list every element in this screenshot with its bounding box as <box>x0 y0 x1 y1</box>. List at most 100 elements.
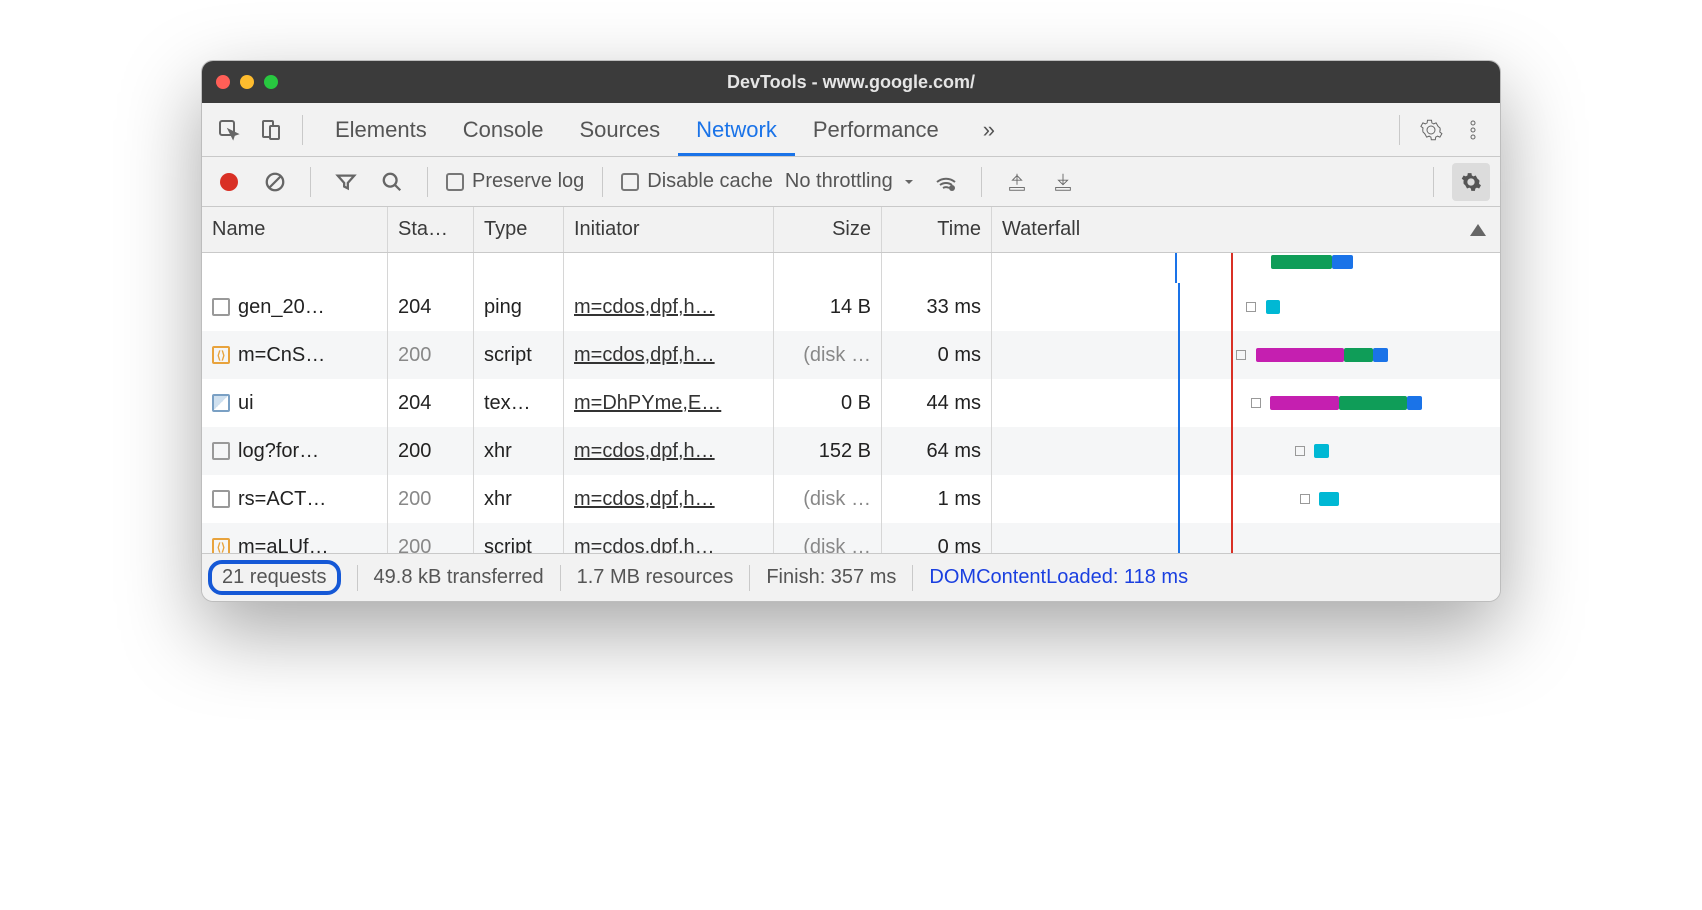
request-waterfall <box>992 475 1500 523</box>
chevron-down-icon <box>901 174 917 190</box>
window-title: DevTools - www.google.com/ <box>202 72 1500 93</box>
request-type: script <box>474 331 564 379</box>
request-initiator[interactable]: m=cdos,dpf,h… <box>574 536 715 554</box>
col-name[interactable]: Name <box>202 207 388 252</box>
request-row[interactable]: ui 204tex… m=DhPYme,E… 0 B44 ms <box>202 379 1500 427</box>
request-waterfall <box>992 427 1500 475</box>
request-row[interactable]: ⟨⟩m=CnS…200scriptm=cdos,dpf,h…(disk …0 m… <box>202 331 1500 379</box>
request-row[interactable]: gen_20…204pingm=cdos,dpf,h…14 B33 ms <box>202 283 1500 331</box>
throttling-value: No throttling <box>785 170 893 193</box>
col-initiator[interactable]: Initiator <box>564 207 774 252</box>
request-size: (disk … <box>774 475 882 523</box>
divider <box>1399 115 1400 145</box>
devtools-window: DevTools - www.google.com/ ElementsConso… <box>201 60 1501 602</box>
request-size: (disk … <box>774 523 882 553</box>
preserve-log-label: Preserve log <box>472 170 584 193</box>
file-type-icon <box>212 298 230 316</box>
tab-elements[interactable]: Elements <box>317 103 445 156</box>
tab-performance[interactable]: Performance <box>795 103 957 156</box>
request-row[interactable]: ⟨⟩ m=aLUf… 200script m=cdos,dpf,h… (disk …0 … <box>202 523 1500 553</box>
file-type-icon <box>212 394 230 412</box>
file-type-icon: ⟨⟩ <box>212 538 230 553</box>
request-name: log?for… <box>238 440 319 463</box>
network-table: Name Sta… Type Initiator Size Time Water… <box>202 207 1500 553</box>
tab-console[interactable]: Console <box>445 103 562 156</box>
request-name: m=CnS… <box>238 344 325 367</box>
divider <box>981 167 982 197</box>
device-toolbar-icon[interactable] <box>254 113 288 147</box>
col-waterfall[interactable]: Waterfall <box>992 207 1500 252</box>
throttling-select[interactable]: No throttling <box>785 170 917 193</box>
preserve-log-checkbox[interactable]: Preserve log <box>446 170 584 193</box>
request-initiator[interactable]: m=cdos,dpf,h… <box>574 440 715 463</box>
disable-cache-label: Disable cache <box>647 170 773 193</box>
kebab-menu-icon[interactable] <box>1456 113 1490 147</box>
request-status: 200 <box>388 475 474 523</box>
request-status: 200 <box>388 523 474 553</box>
overflow-tabs-button[interactable]: » <box>965 103 1013 156</box>
table-header: Name Sta… Type Initiator Size Time Water… <box>202 207 1500 253</box>
col-status[interactable]: Sta… <box>388 207 474 252</box>
sort-indicator-icon <box>1470 224 1486 236</box>
request-size: 152 B <box>774 427 882 475</box>
request-status: 204 <box>388 283 474 331</box>
request-row[interactable]: log?for… 200xhr m=cdos,dpf,h… 152 B64 ms <box>202 427 1500 475</box>
search-icon[interactable] <box>375 165 409 199</box>
request-time: 0 ms <box>882 523 992 553</box>
divider <box>427 167 428 197</box>
settings-gear-icon[interactable] <box>1414 113 1448 147</box>
close-window-button[interactable] <box>216 75 230 89</box>
disable-cache-checkbox[interactable]: Disable cache <box>621 170 773 193</box>
tab-sources[interactable]: Sources <box>561 103 678 156</box>
col-time[interactable]: Time <box>882 207 992 252</box>
request-initiator[interactable]: m=DhPYme,E… <box>574 392 721 415</box>
minimize-window-button[interactable] <box>240 75 254 89</box>
finish-time: Finish: 357 ms <box>766 566 896 589</box>
network-settings-icon[interactable] <box>1452 163 1490 201</box>
request-type: xhr <box>474 427 564 475</box>
request-size: 14 B <box>774 283 882 331</box>
inspect-element-icon[interactable] <box>212 113 246 147</box>
request-initiator[interactable]: m=cdos,dpf,h… <box>574 296 715 319</box>
import-har-icon[interactable] <box>1000 165 1034 199</box>
request-time: 1 ms <box>882 475 992 523</box>
divider <box>302 115 303 145</box>
record-button[interactable] <box>212 165 246 199</box>
request-initiator[interactable]: m=cdos,dpf,h… <box>574 344 715 367</box>
request-waterfall <box>992 283 1500 331</box>
file-type-icon <box>212 442 230 460</box>
tab-network[interactable]: Network <box>678 103 795 156</box>
domcontentloaded-time: DOMContentLoaded: 118 ms <box>929 566 1188 589</box>
request-waterfall <box>992 523 1500 553</box>
request-name: m=aLUf… <box>238 536 329 554</box>
request-type: ping <box>474 283 564 331</box>
request-time: 33 ms <box>882 283 992 331</box>
request-waterfall <box>992 379 1500 427</box>
request-size: 0 B <box>774 379 882 427</box>
request-type: script <box>474 523 564 553</box>
status-bar: 21 requests 49.8 kB transferred 1.7 MB r… <box>202 553 1500 601</box>
file-type-icon: ⟨⟩ <box>212 346 230 364</box>
request-time: 44 ms <box>882 379 992 427</box>
panel-tabs: ElementsConsoleSourcesNetworkPerformance… <box>202 103 1500 157</box>
request-name: rs=ACT… <box>238 488 326 511</box>
network-conditions-icon[interactable] <box>929 165 963 199</box>
request-status: 200 <box>388 427 474 475</box>
request-status: 204 <box>388 379 474 427</box>
request-row[interactable]: rs=ACT…200xhrm=cdos,dpf,h…(disk …1 ms <box>202 475 1500 523</box>
divider <box>310 167 311 197</box>
request-status: 200 <box>388 331 474 379</box>
col-type[interactable]: Type <box>474 207 564 252</box>
maximize-window-button[interactable] <box>264 75 278 89</box>
request-type: tex… <box>474 379 564 427</box>
col-size[interactable]: Size <box>774 207 882 252</box>
divider <box>1433 167 1434 197</box>
request-initiator[interactable]: m=cdos,dpf,h… <box>574 488 715 511</box>
request-name: ui <box>238 392 254 415</box>
transferred-size: 49.8 kB transferred <box>374 566 544 589</box>
divider <box>602 167 603 197</box>
request-time: 64 ms <box>882 427 992 475</box>
filter-icon[interactable] <box>329 165 363 199</box>
clear-button[interactable] <box>258 165 292 199</box>
export-har-icon[interactable] <box>1046 165 1080 199</box>
